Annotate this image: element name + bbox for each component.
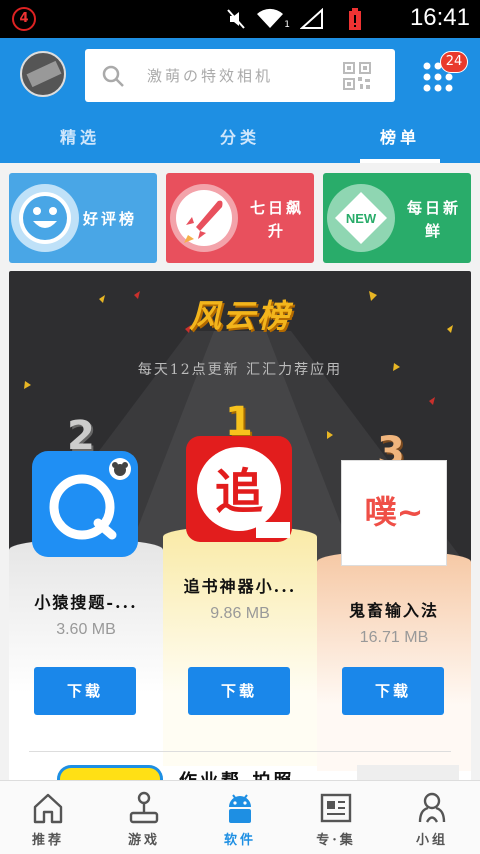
- wifi-icon: [257, 8, 284, 28]
- status-icons: 1: [226, 8, 362, 30]
- bottom-navigation: 推荐 游戏 软件 专·集 小组: [0, 780, 480, 854]
- panel-subtitle: 每天12点更新 汇汇力荐应用: [137, 362, 343, 378]
- next-app-name[interactable]: 作业帮-拍照: [179, 767, 294, 781]
- top-chart-panel: 风云榜 每天12点更新 汇汇力荐应用 2 1 3 追 噗~ 小猿搜题-... 追…: [9, 271, 471, 781]
- pu-glyph: 噗~: [365, 493, 424, 531]
- home-icon: [33, 793, 63, 824]
- tab-categories[interactable]: 分类: [160, 118, 320, 163]
- app-name[interactable]: 追书神器小...: [165, 573, 315, 597]
- download-button[interactable]: 下载: [188, 667, 290, 715]
- app-name[interactable]: 小猿搜题-...: [11, 589, 161, 613]
- zhui-icon: 追: [197, 447, 290, 538]
- qr-scan-icon[interactable]: [343, 62, 371, 90]
- panel-title-logo: 风云榜: [188, 297, 291, 335]
- category-top-rated[interactable]: 好评榜: [9, 173, 157, 263]
- group-icon: [418, 792, 446, 823]
- pu-icon: 噗~: [365, 493, 424, 531]
- app-header: 激萌の特效相机 24 精选 分类 榜单: [0, 38, 480, 163]
- search-icon: [102, 65, 124, 87]
- category-label: 好评榜: [83, 210, 138, 228]
- search-placeholder: 激萌の特效相机: [147, 67, 274, 85]
- podium-third: [317, 551, 471, 771]
- nav-label: 游戏: [127, 833, 160, 848]
- category-weekly-rising[interactable]: 七日飙升: [166, 173, 314, 263]
- rocket-icon: [170, 184, 238, 252]
- app-size: 16.71 MB: [359, 629, 429, 646]
- status-bar: 4 1 16:41: [0, 0, 480, 38]
- mute-icon: [227, 9, 246, 29]
- app-icon-search-q[interactable]: [32, 451, 138, 557]
- app-name[interactable]: 鬼畜输入法: [319, 597, 469, 621]
- app-size: 3.60 MB: [56, 621, 116, 638]
- nav-groups[interactable]: 小组: [384, 781, 480, 854]
- divider: [29, 751, 451, 752]
- battery-icon: [349, 8, 361, 30]
- category-daily-new[interactable]: NEW 每日新鲜: [323, 173, 471, 263]
- category-label: 每日新鲜: [406, 199, 461, 240]
- nav-games[interactable]: 游戏: [96, 781, 192, 854]
- menu-count-badge: 24: [440, 51, 468, 73]
- app-icon-pu[interactable]: 噗~: [341, 460, 447, 566]
- nav-recommend[interactable]: 推荐: [0, 781, 96, 854]
- nav-software[interactable]: 软件: [192, 781, 288, 854]
- search-input[interactable]: 激萌の特效相机: [85, 49, 395, 102]
- podium-second: [9, 539, 163, 759]
- avatar[interactable]: [20, 51, 66, 97]
- tab-rankings[interactable]: 榜单: [320, 118, 480, 163]
- download-button[interactable]: 下载: [34, 667, 136, 715]
- next-app-icon[interactable]: [57, 765, 163, 781]
- new-badge-text: NEW: [346, 211, 377, 226]
- tab-bar: 精选 分类 榜单: [0, 118, 480, 163]
- download-button[interactable]: 下载: [342, 667, 444, 715]
- app-icon-zhui[interactable]: 追: [186, 436, 292, 542]
- nav-collections[interactable]: 专·集: [288, 781, 384, 854]
- nav-label: 小组: [415, 833, 448, 848]
- signal-label: 1: [284, 20, 290, 30]
- tab-featured[interactable]: 精选: [0, 118, 160, 163]
- smiley-icon: [11, 184, 79, 252]
- nav-label: 专·集: [316, 833, 356, 848]
- nav-label: 软件: [223, 833, 256, 848]
- ranking-categories: 好评榜 七日飙升 NEW 每日新鲜: [9, 173, 471, 263]
- signal-icon: [300, 8, 323, 29]
- joystick-icon: [129, 791, 159, 824]
- podium-first: [163, 526, 317, 766]
- search-q-icon: [49, 458, 131, 540]
- notification-count-badge: 4: [12, 7, 36, 31]
- app-size: 9.86 MB: [210, 605, 270, 622]
- newspaper-icon: [320, 793, 352, 823]
- next-app-download-button[interactable]: [357, 765, 459, 781]
- clock: 16:41: [409, 4, 470, 31]
- new-badge-icon: NEW: [327, 184, 395, 252]
- android-icon: [229, 794, 251, 823]
- zhui-glyph: 追: [215, 464, 263, 520]
- category-label: 七日飙升: [249, 199, 304, 240]
- nav-label: 推荐: [31, 833, 64, 848]
